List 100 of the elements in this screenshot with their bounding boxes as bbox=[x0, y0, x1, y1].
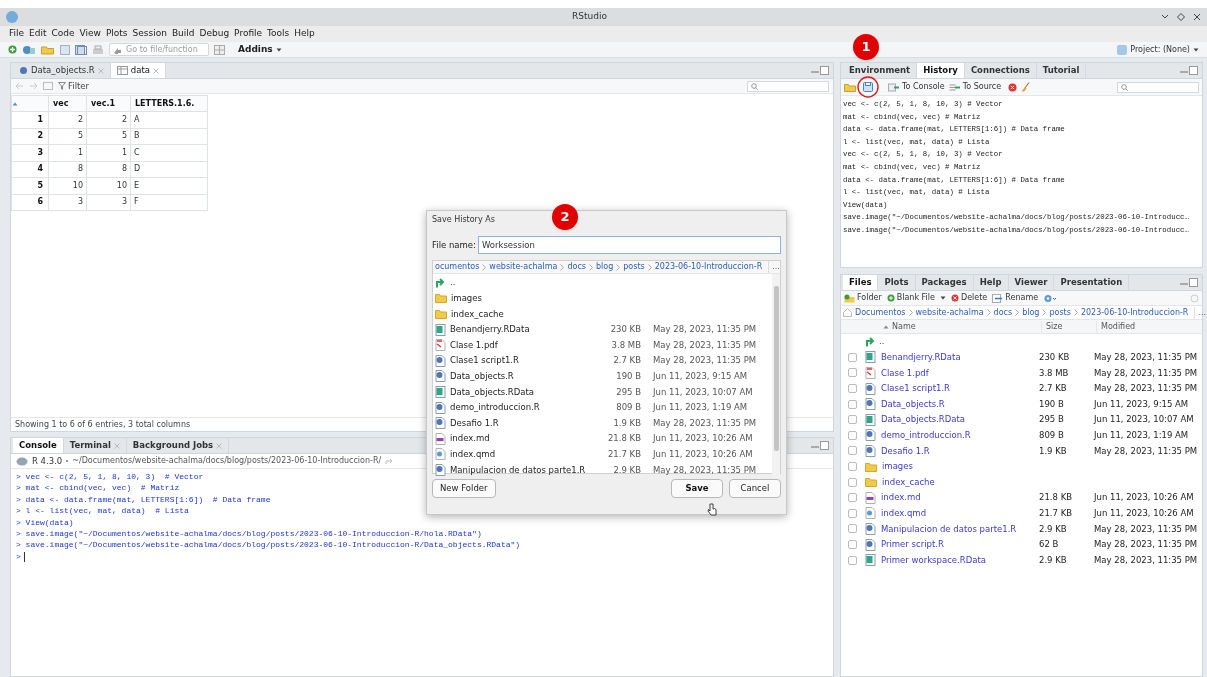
close-tab-icon[interactable] bbox=[97, 67, 104, 74]
file-checkbox[interactable] bbox=[848, 399, 857, 409]
go-to-file-field[interactable]: Go to file/function bbox=[109, 43, 209, 56]
close-tab-icon[interactable] bbox=[152, 67, 159, 74]
menu-item[interactable]: Code bbox=[51, 27, 75, 41]
file-list-item[interactable]: Clase1 script1.R bbox=[446, 354, 596, 368]
save-icon[interactable] bbox=[60, 44, 70, 55]
pane-tab[interactable]: Files bbox=[843, 275, 879, 290]
file-link[interactable]: index_cache bbox=[877, 475, 1040, 489]
filter-button[interactable]: Filter bbox=[58, 79, 90, 93]
maximize-pane-icon[interactable] bbox=[820, 66, 829, 75]
file-list-item[interactable]: Clase 1.pdf bbox=[446, 338, 596, 352]
save-icon[interactable] bbox=[863, 82, 873, 92]
file-list-item[interactable]: images bbox=[447, 292, 597, 305]
menu-item[interactable]: Debug bbox=[199, 27, 230, 41]
file-action-button[interactable]: Folder bbox=[844, 292, 882, 304]
close-tab-icon[interactable] bbox=[113, 442, 120, 449]
parent-directory-link[interactable]: .. bbox=[450, 276, 456, 290]
file-action-button[interactable]: Blank File bbox=[886, 292, 946, 304]
column-header[interactable]: vec bbox=[48, 95, 87, 112]
dialog-button[interactable]: Cancel bbox=[729, 479, 781, 498]
file-link[interactable]: Primer script.R bbox=[876, 538, 1039, 551]
grid-layout-icon[interactable] bbox=[214, 44, 225, 55]
file-checkbox[interactable] bbox=[848, 462, 857, 472]
close-tab-icon[interactable] bbox=[216, 442, 223, 449]
breadcrumb-link[interactable]: 2023-06-10-Introduccion-R bbox=[1080, 306, 1189, 319]
file-link[interactable]: index.qmd bbox=[876, 506, 1039, 520]
breadcrumb-link[interactable]: Documentos bbox=[855, 306, 906, 319]
maximize-icon[interactable] bbox=[1177, 13, 1185, 21]
menu-item[interactable]: Plots bbox=[105, 27, 128, 41]
remove-icon[interactable] bbox=[1008, 82, 1018, 92]
printer-icon[interactable] bbox=[92, 44, 104, 55]
to-console-button[interactable]: To Console bbox=[888, 81, 945, 93]
save-all-icon[interactable] bbox=[75, 44, 87, 55]
file-checkbox[interactable] bbox=[848, 555, 857, 565]
file-list-item[interactable]: index.md bbox=[446, 432, 596, 446]
home-icon[interactable] bbox=[843, 308, 852, 317]
breadcrumb-link[interactable]: posts bbox=[623, 261, 645, 273]
breadcrumb-link[interactable]: blog bbox=[1022, 306, 1040, 319]
breadcrumb-link[interactable]: docs bbox=[993, 306, 1013, 319]
file-link[interactable]: demo_introduccion.R bbox=[876, 429, 1039, 442]
file-link[interactable]: Clase1 script1.R bbox=[876, 382, 1039, 395]
close-icon[interactable] bbox=[1193, 13, 1201, 21]
file-checkbox[interactable] bbox=[848, 446, 857, 456]
breadcrumb-link[interactable]: ocumentos bbox=[435, 261, 480, 273]
file-list-item[interactable]: Manipulacion de datos parte1.R bbox=[446, 463, 596, 477]
breadcrumb-link[interactable]: website-achalma bbox=[915, 306, 984, 319]
broom-icon[interactable] bbox=[1021, 82, 1031, 92]
menu-item[interactable]: View bbox=[79, 27, 101, 41]
file-checkbox[interactable] bbox=[848, 493, 857, 503]
file-link[interactable]: Data_objects.RData bbox=[876, 413, 1039, 427]
up-arrow-icon[interactable] bbox=[435, 277, 446, 288]
file-checkbox[interactable] bbox=[848, 384, 857, 394]
file-list-item[interactable]: demo_introduccion.R bbox=[446, 401, 596, 414]
file-link[interactable]: Primer workspace.RData bbox=[876, 553, 1039, 567]
file-link[interactable]: Benandjerry.RData bbox=[876, 351, 1039, 364]
column-header[interactable]: Modified bbox=[1096, 320, 1202, 333]
gear-icon[interactable] bbox=[1043, 293, 1058, 303]
pane-tab[interactable]: History bbox=[917, 63, 965, 78]
more-path-button[interactable]: ... bbox=[1194, 306, 1207, 319]
file-checkbox[interactable] bbox=[848, 508, 857, 518]
menu-item[interactable]: Session bbox=[132, 27, 167, 41]
column-header[interactable]: Name bbox=[892, 320, 916, 333]
menu-item[interactable]: Help bbox=[294, 27, 315, 41]
file-list-item[interactable]: Benandjerry.RData bbox=[446, 323, 596, 336]
file-checkbox[interactable] bbox=[848, 352, 857, 362]
column-header[interactable]: vec.1 bbox=[86, 95, 131, 112]
breadcrumb-link[interactable]: website-achalma bbox=[489, 261, 558, 273]
file-list-item[interactable]: Data_objects.R bbox=[446, 370, 596, 383]
to-source-button[interactable]: To Source bbox=[948, 81, 1002, 93]
breadcrumb-link[interactable]: posts bbox=[1049, 306, 1071, 319]
column-header[interactable]: Size bbox=[1041, 320, 1096, 333]
file-link[interactable]: index.md bbox=[876, 491, 1039, 505]
up-arrow-icon[interactable] bbox=[865, 336, 876, 347]
file-list-item[interactable]: Data_objects.RData bbox=[446, 385, 596, 399]
breadcrumb-link[interactable]: 2023-06-10-Introduccion-R bbox=[654, 261, 763, 273]
maximize-pane-icon[interactable] bbox=[1189, 66, 1198, 75]
project-menu[interactable]: Project: (None) bbox=[1130, 43, 1199, 56]
file-link[interactable]: images bbox=[877, 460, 1040, 473]
menu-item[interactable]: Edit bbox=[29, 27, 47, 41]
addins-menu[interactable]: Addins bbox=[238, 42, 282, 57]
more-path-button[interactable]: ... bbox=[768, 261, 780, 273]
parent-directory-link[interactable]: .. bbox=[879, 335, 885, 349]
pane-tab[interactable]: Console bbox=[13, 438, 64, 453]
menu-item[interactable]: Profile bbox=[234, 27, 263, 41]
dialog-button[interactable]: New Folder bbox=[432, 479, 496, 498]
open-folder-icon[interactable] bbox=[844, 82, 856, 92]
menu-item[interactable]: File bbox=[9, 27, 25, 41]
sort-icon[interactable] bbox=[12, 101, 18, 106]
file-checkbox[interactable] bbox=[848, 430, 857, 440]
search-field[interactable] bbox=[747, 80, 829, 92]
file-checkbox[interactable] bbox=[848, 415, 857, 425]
search-field[interactable] bbox=[1117, 81, 1199, 93]
file-checkbox[interactable] bbox=[848, 368, 857, 378]
file-link[interactable]: Desafio 1.R bbox=[876, 444, 1039, 458]
minimize-icon[interactable] bbox=[1161, 14, 1169, 20]
file-action-button[interactable]: Rename bbox=[992, 292, 1039, 304]
file-name-field[interactable]: Worksession bbox=[477, 236, 781, 254]
breadcrumb-link[interactable]: blog bbox=[596, 261, 614, 273]
open-folder-icon[interactable] bbox=[41, 44, 55, 55]
